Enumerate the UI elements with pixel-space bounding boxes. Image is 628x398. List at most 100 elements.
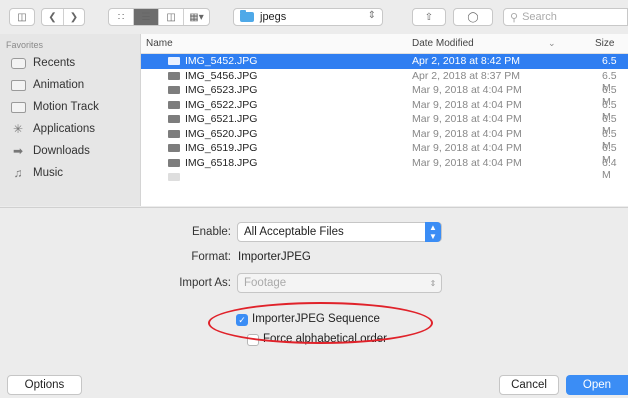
image-file-icon: [168, 71, 180, 80]
file-name: IMG_6518.JPG: [185, 156, 258, 169]
file-list-header: Name Date Modified ⌄ Size: [141, 34, 628, 54]
sidebar-item-label: Recents: [33, 57, 76, 69]
sidebar-item-label: Animation: [33, 79, 85, 91]
open-button[interactable]: Open: [566, 375, 628, 395]
sidebar-item-label: Music: [33, 167, 64, 179]
enable-select[interactable]: All Acceptable Files ▲ ▼: [237, 222, 442, 242]
nav-buttons: ❮ ❯: [41, 8, 85, 26]
chevron-right-icon: ❯: [69, 11, 79, 23]
file-rows: IMG_5452.JPG Apr 2, 2018 at 8:42 PM 6.5 MI…: [141, 54, 628, 181]
image-file-icon: [168, 86, 180, 94]
sidebar-item-label: Motion Track: [33, 101, 99, 113]
import-as-select[interactable]: Footage ⇕: [237, 273, 442, 293]
table-row[interactable]: IMG_5456.JPG Apr 2, 2018 at 8:37 PM 6.5 M: [141, 69, 628, 94]
chevron-updown-icon: ⇕: [429, 278, 437, 288]
import-as-select-value: Footage: [244, 277, 287, 289]
import-as-label: Import As:: [179, 277, 231, 289]
columns-icon: ◫: [166, 11, 176, 23]
image-file-icon: [168, 100, 180, 109]
column-date-header[interactable]: Date Modified: [412, 38, 474, 49]
back-button[interactable]: ❮: [42, 9, 64, 25]
sidebar-item-applications[interactable]: ✳ Applications: [0, 118, 140, 140]
sidebar-heading: Favorites: [6, 40, 44, 50]
enable-select-value: All Acceptable Files: [244, 226, 344, 238]
chevron-updown-icon: ▲ ▼: [425, 222, 441, 242]
view-mode-control: ∷ ☰ ◫ ▦▾: [108, 8, 210, 26]
applications-icon: ✳: [12, 122, 24, 136]
folder-icon: [10, 78, 26, 92]
search-placeholder: Search: [522, 11, 557, 23]
file-date-modified: Mar 9, 2018 at 4:04 PM: [412, 127, 522, 140]
image-file-icon: [168, 115, 180, 123]
gallery-view-button[interactable]: ▦▾: [184, 9, 209, 25]
path-popup[interactable]: jpegs ⇕: [233, 8, 383, 26]
share-button[interactable]: ⇧: [412, 8, 446, 26]
recents-icon: [10, 56, 26, 70]
file-name: IMG_6519.JPG: [185, 142, 258, 154]
table-row[interactable]: IMG_6519.JPG Mar 9, 2018 at 4:04 PM 6.5 M: [141, 141, 628, 166]
forward-button[interactable]: ❯: [64, 9, 84, 25]
file-date-modified: Mar 9, 2018 at 4:04 PM: [412, 98, 522, 111]
list-icon: ☰: [141, 11, 151, 23]
cancel-button[interactable]: Cancel: [499, 375, 559, 395]
grid-icon: ∷: [117, 11, 125, 23]
icon-view-button[interactable]: ∷: [109, 9, 135, 25]
path-label: jpegs: [260, 11, 287, 23]
image-file-icon: [168, 129, 180, 138]
format-label: Format:: [191, 251, 231, 263]
file-date-modified: Mar 9, 2018 at 4:04 PM: [412, 113, 522, 125]
file-list: Name Date Modified ⌄ Size IMG_5452.JPG Ap…: [141, 34, 628, 206]
sidebar-item-recents[interactable]: Recents: [0, 52, 140, 74]
enable-label: Enable:: [191, 226, 231, 238]
sidebar-toggle-button[interactable]: ◫: [9, 8, 35, 26]
image-file-icon: [168, 173, 180, 181]
toolbar: ◫ ❮ ❯ ∷ ☰ ◫ ▦▾ jpegs ⇕ ⇧ ◯ ⚲ Search: [0, 0, 628, 35]
sidebar-icon: ◫: [17, 11, 27, 23]
sidebar-item-label: Downloads: [33, 145, 90, 157]
file-name: IMG_6521.JPG: [185, 113, 258, 125]
column-view-button[interactable]: ◫: [159, 9, 185, 25]
table-row[interactable]: IMG_6523.JPG Mar 9, 2018 at 4:04 PM 6.5 M: [141, 83, 628, 108]
format-value: ImporterJPEG: [238, 251, 311, 263]
sidebar-item-downloads[interactable]: ➡ Downloads: [0, 140, 140, 162]
folder-icon: [240, 10, 254, 22]
music-icon: ♫: [13, 166, 23, 180]
list-view-button[interactable]: ☰: [134, 9, 160, 25]
image-file-icon: [168, 144, 180, 152]
downloads-icon: ➡: [12, 144, 24, 158]
table-row[interactable]: IMG_5452.JPG Apr 2, 2018 at 8:42 PM 6.5 M: [141, 54, 628, 79]
table-row[interactable]: IMG_6522.JPG Mar 9, 2018 at 4:04 PM 6.5 M: [141, 98, 628, 123]
table-row[interactable]: IMG_6520.JPG Mar 9, 2018 at 4:04 PM 6.5 M: [141, 127, 628, 152]
table-row: [141, 170, 628, 185]
sidebar-item-music[interactable]: ♫ Music: [0, 162, 140, 184]
file-date-modified: Mar 9, 2018 at 4:04 PM: [412, 142, 522, 154]
chevron-left-icon: ❮: [48, 11, 57, 23]
sidebar-item-animation[interactable]: Animation: [0, 74, 140, 96]
file-date-modified: Mar 9, 2018 at 4:04 PM: [412, 156, 522, 169]
import-options-pane: Enable: All Acceptable Files ▲ ▼ Format: …: [0, 207, 628, 372]
file-date-modified: Mar 9, 2018 at 4:04 PM: [412, 84, 522, 96]
sidebar-item-motion-track[interactable]: Motion Track: [0, 96, 140, 118]
file-name: IMG_6520.JPG: [185, 127, 258, 140]
column-name-header[interactable]: Name: [146, 38, 173, 49]
tag-button[interactable]: ◯: [453, 8, 493, 26]
annotation-highlight-ellipse: [208, 302, 433, 344]
file-date-modified: Apr 2, 2018 at 8:42 PM: [412, 55, 520, 67]
search-icon: ⚲: [510, 11, 519, 24]
share-icon: ⇧: [424, 11, 434, 23]
file-name: IMG_5456.JPG: [185, 69, 258, 82]
tag-icon: ◯: [467, 11, 479, 23]
dialog-footer: Options Cancel Open: [0, 372, 628, 398]
sidebar-item-label: Applications: [33, 123, 96, 135]
sort-chevron-icon: ⌄: [548, 38, 556, 48]
file-name: IMG_6522.JPG: [185, 98, 258, 111]
column-size-header[interactable]: Size: [595, 38, 614, 49]
sidebar: Favorites Recents Animation Motion Track…: [0, 34, 141, 206]
search-input[interactable]: ⚲ Search: [503, 8, 628, 26]
image-file-icon: [168, 57, 180, 65]
chevron-updown-icon: ⇕: [367, 10, 376, 21]
options-button[interactable]: Options: [7, 375, 82, 395]
file-name: IMG_6523.JPG: [185, 84, 258, 96]
table-row[interactable]: IMG_6518.JPG Mar 9, 2018 at 4:04 PM 6.4 M: [141, 156, 628, 181]
table-row[interactable]: IMG_6521.JPG Mar 9, 2018 at 4:04 PM 6.5 M: [141, 112, 628, 137]
